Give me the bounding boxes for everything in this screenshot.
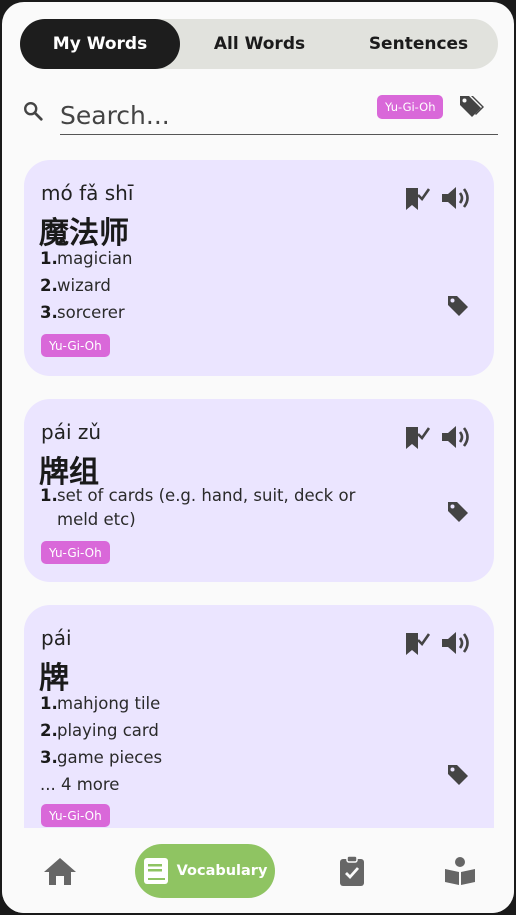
clipboard-check-icon bbox=[340, 855, 364, 886]
definition: 3. sorcerer bbox=[40, 303, 125, 322]
tab-all-words[interactable]: All Words bbox=[180, 19, 339, 69]
tag-icon[interactable] bbox=[446, 294, 470, 318]
speaker-icon[interactable] bbox=[440, 629, 474, 657]
definition: 2. playing card bbox=[40, 721, 159, 740]
app-screen: My Words All Words Sentences Yu-Gi-Oh mó… bbox=[2, 2, 514, 913]
nav-vocabulary-label: Vocabulary bbox=[176, 863, 268, 879]
bookmark-check-icon[interactable] bbox=[404, 184, 430, 212]
pinyin: mó fǎ shī bbox=[41, 181, 134, 205]
definition-list: 1. mahjong tile 2. playing card 3. game pie… bbox=[40, 690, 370, 798]
pinyin: pái zǔ bbox=[41, 420, 102, 444]
bookmark-check-icon[interactable] bbox=[404, 629, 430, 657]
word-card[interactable]: pái zǔ 牌组 1. set of cards (e.g. hand, sui… bbox=[24, 399, 494, 582]
word-list: mó fǎ shī 魔法师 1. magician 2. wizard 3. sorc… bbox=[2, 142, 514, 828]
home-icon bbox=[44, 858, 76, 885]
tags-icon[interactable] bbox=[457, 93, 485, 119]
word-card[interactable]: pái 牌 1. mahjong tile 2. playing card 3. ga… bbox=[24, 605, 494, 828]
speaker-icon[interactable] bbox=[440, 423, 474, 451]
tab-my-words[interactable]: My Words bbox=[20, 19, 180, 69]
nav-reader[interactable] bbox=[440, 844, 480, 898]
search-bar: Yu-Gi-Oh bbox=[20, 90, 498, 136]
word-card[interactable]: mó fǎ shī 魔法师 1. magician 2. wizard 3. sorc… bbox=[24, 160, 494, 376]
bookmark-check-icon[interactable] bbox=[404, 423, 430, 451]
tab-sentences[interactable]: Sentences bbox=[339, 19, 498, 69]
definition: 2. wizard bbox=[40, 276, 111, 295]
definition: 1. magician bbox=[40, 249, 133, 268]
search-icon[interactable] bbox=[22, 100, 44, 122]
nav-vocabulary[interactable]: Vocabulary bbox=[135, 844, 275, 898]
tag-badge[interactable]: Yu-Gi-Oh bbox=[41, 541, 110, 564]
search-tag-filter-badge[interactable]: Yu-Gi-Oh bbox=[377, 95, 444, 119]
tag-badge[interactable]: Yu-Gi-Oh bbox=[41, 334, 110, 357]
tag-icon[interactable] bbox=[446, 763, 470, 787]
pinyin: pái bbox=[41, 626, 72, 650]
nav-review[interactable] bbox=[332, 844, 372, 898]
speaker-icon[interactable] bbox=[440, 184, 474, 212]
tag-icon[interactable] bbox=[446, 500, 470, 524]
definition-list: 1. magician 2. wizard 3. sorcerer bbox=[40, 245, 370, 326]
nav-home[interactable] bbox=[38, 844, 82, 898]
reader-icon bbox=[445, 857, 475, 885]
definition: 1. mahjong tile bbox=[40, 694, 161, 713]
definition: 3. game pieces bbox=[40, 748, 163, 767]
definition-list: 1. set of cards (e.g. hand, suit, deck or… bbox=[40, 484, 360, 532]
tag-badge[interactable]: Yu-Gi-Oh bbox=[41, 804, 110, 827]
more-definitions-text: ... 4 more bbox=[40, 775, 120, 794]
tab-bar: My Words All Words Sentences bbox=[20, 19, 498, 69]
definition: 1. set of cards (e.g. hand, suit, deck or… bbox=[40, 486, 356, 529]
book-icon bbox=[143, 858, 168, 884]
bottom-nav: Vocabulary bbox=[2, 828, 514, 913]
